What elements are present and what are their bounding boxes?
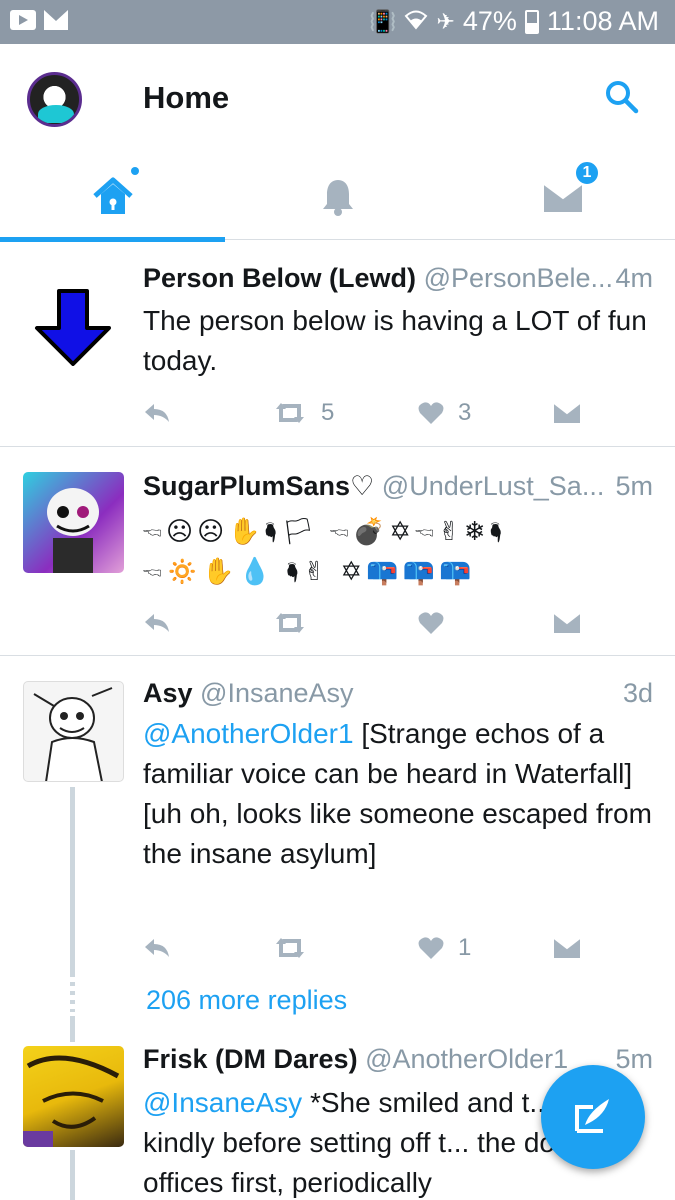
retweet-icon [276, 938, 304, 958]
tweet-text-line: @AnotherOlder1 [Strange echos of a famil… [143, 714, 653, 794]
dm-icon [553, 937, 581, 958]
tab-notifications[interactable] [225, 154, 450, 240]
author-handle[interactable]: @InsaneAsy [200, 678, 353, 708]
reply-icon [145, 404, 169, 422]
battery-percent: 47% [462, 6, 517, 36]
tweet-avatar[interactable] [23, 472, 124, 573]
status-bar: 📳 ✈ 47% 11:08 AM [0, 0, 675, 44]
tweet-avatar[interactable] [23, 1046, 124, 1147]
clock: 11:08 AM [546, 6, 659, 36]
reply-button[interactable] [143, 931, 171, 965]
more-replies-link[interactable]: 206 more replies [146, 985, 347, 1016]
thread-line [70, 1016, 75, 1042]
thread-line [70, 787, 75, 977]
tweet-actions [143, 606, 583, 640]
mail-icon [44, 10, 68, 30]
reply-button[interactable] [143, 606, 171, 640]
messages-icon [542, 183, 583, 212]
author-handle[interactable]: @AnotherOlder1 [365, 1044, 568, 1074]
heart-icon [418, 612, 444, 634]
author-handle[interactable]: @UnderLust_Sa... [382, 471, 605, 501]
author-name[interactable]: Frisk (DM Dares) [143, 1044, 358, 1074]
bell-icon [322, 180, 353, 216]
tweet-time: 5m [615, 471, 653, 501]
reply-icon [145, 939, 169, 957]
emoji-line: 🖘🔅✋💧 🖣✌ ✡📪📪📪 [143, 556, 476, 586]
like-count: 1 [458, 934, 472, 961]
tweet-header: Asy @InsaneAsy 3d [143, 678, 653, 712]
author-name[interactable]: Person Below (Lewd) [143, 263, 416, 293]
dm-icon [553, 402, 581, 423]
tweet-avatar[interactable] [23, 265, 124, 366]
tab-home[interactable] [0, 154, 225, 242]
retweet-button[interactable]: 5 [273, 396, 334, 430]
tweet-text: The person below is having a LOT of fun … [143, 305, 647, 376]
tweet-time: 3d [622, 678, 653, 708]
tweet-actions: 5 3 [143, 396, 583, 430]
tweet-text-line: [uh oh, looks like someone escaped from … [143, 798, 652, 869]
like-button[interactable] [418, 606, 444, 640]
dm-icon [553, 612, 581, 633]
direct-message-button[interactable] [553, 931, 581, 965]
vibrate-icon: 📳 [369, 8, 397, 34]
tab-bar: 1 [0, 154, 675, 242]
retweet-icon [276, 613, 304, 633]
youtube-icon [10, 10, 36, 30]
author-name[interactable]: SugarPlumSans♡ [143, 471, 374, 501]
author-handle[interactable]: @PersonBele... [424, 263, 614, 293]
app-header: Home [0, 44, 675, 154]
tweet-text: @AnotherOlder1 [Strange echos of a famil… [143, 714, 653, 874]
page-title: Home [143, 80, 230, 115]
tweet-header: SugarPlumSans♡ @UnderLust_Sa... 5m [143, 471, 653, 505]
reply-icon [145, 614, 169, 632]
direct-message-button[interactable] [553, 396, 581, 430]
tweet[interactable]: SugarPlumSans♡ @UnderLust_Sa... 5m 🖘☹☹✋🖣… [0, 447, 675, 656]
tweet-actions: 1 [143, 931, 583, 965]
home-icon [92, 177, 133, 214]
tweet-time: 4m [615, 263, 653, 293]
airplane-icon: ✈ [436, 8, 455, 34]
new-tweets-dot [131, 167, 139, 175]
search-icon[interactable] [605, 80, 639, 114]
retweet-count: 5 [321, 399, 335, 426]
skeleton-avatar [47, 488, 99, 573]
profile-avatar[interactable] [27, 72, 82, 127]
like-count: 3 [458, 399, 472, 426]
mention-link[interactable]: @AnotherOlder1 [143, 718, 354, 749]
thread-dotted-line [70, 982, 75, 1012]
tweet-time: 5m [615, 1044, 653, 1074]
retweet-button[interactable] [273, 931, 307, 965]
tweet-avatar[interactable] [23, 681, 124, 782]
compose-tweet-button[interactable] [541, 1065, 645, 1169]
compose-icon [575, 1099, 609, 1133]
tab-messages[interactable]: 1 [450, 154, 675, 240]
tweet-text: 🖘☹☹✋🖣🏳 🖘💣✡🖘✌❄🖣 🖘🔅✋💧 🖣✌ ✡📪📪📪 [143, 511, 653, 591]
heart-icon [418, 937, 444, 959]
like-button[interactable]: 3 [418, 396, 471, 430]
messages-badge: 1 [574, 160, 600, 186]
author-name[interactable]: Asy [143, 678, 193, 708]
battery-icon [524, 9, 539, 34]
direct-message-button[interactable] [553, 606, 581, 640]
tweet[interactable]: Person Below (Lewd) @PersonBele... 4m Th… [0, 241, 675, 447]
heart-icon [418, 402, 444, 424]
emoji-line: 🖘☹☹✋🖣🏳 🖘💣✡🖘✌❄🖣 [143, 516, 507, 546]
like-button[interactable]: 1 [418, 931, 471, 965]
reply-button[interactable] [143, 396, 171, 430]
thread-line [70, 1150, 75, 1200]
retweet-icon [276, 403, 304, 423]
tweet-header: Person Below (Lewd) @PersonBele... 4m [143, 263, 653, 297]
down-arrow-avatar [35, 289, 111, 366]
drawn-face-avatar [23, 1055, 120, 1147]
wifi-icon [404, 8, 428, 36]
retweet-button[interactable] [273, 606, 307, 640]
mention-link[interactable]: @InsaneAsy [143, 1087, 302, 1118]
sketch-avatar [33, 687, 113, 781]
